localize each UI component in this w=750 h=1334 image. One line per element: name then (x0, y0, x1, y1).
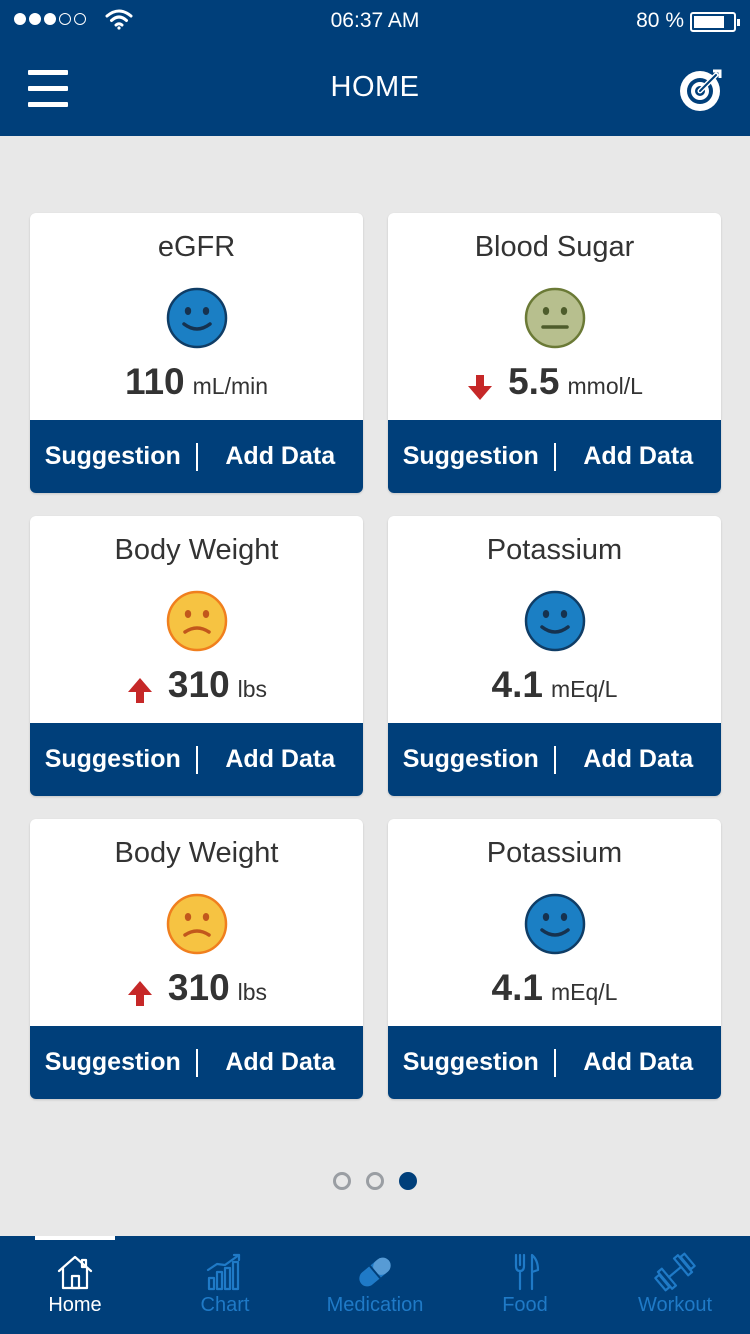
tab-workout[interactable]: Workout (600, 1236, 750, 1334)
pill-icon (300, 1252, 450, 1292)
card-title: eGFR (157, 231, 236, 263)
metric-unit: lbs (237, 979, 268, 1005)
add-data-button[interactable]: Add Data (198, 442, 364, 471)
metric-card-potassium: Potassium 4.1 mEq/L Suggestion Add Data (388, 819, 721, 1099)
metric-value-row: 310 lbs (30, 967, 363, 1009)
add-data-button[interactable]: Add Data (556, 745, 722, 774)
card-title: Body Weight (114, 534, 279, 566)
add-data-button[interactable]: Add Data (198, 1048, 364, 1077)
happy-face-icon (166, 287, 228, 349)
metric-unit: mL/min (192, 373, 269, 399)
battery-icon (690, 12, 740, 32)
card-actions: Suggestion Add Data (30, 723, 363, 796)
happy-face-icon (524, 590, 586, 652)
metric-value: 110 (124, 361, 185, 402)
metric-card-egfr: eGFR 110 mL/min Suggestion Add Data (30, 213, 363, 493)
sad-face-icon (166, 893, 228, 955)
metric-value-row: 4.1 mEq/L (388, 967, 721, 1009)
card-title: Potassium (486, 837, 623, 869)
suggestion-button[interactable]: Suggestion (30, 1048, 196, 1077)
card-title: Potassium (486, 534, 623, 566)
metric-value: 5.5 (508, 361, 560, 402)
card-actions: Suggestion Add Data (30, 420, 363, 493)
tab-medication[interactable]: Medication (300, 1236, 450, 1334)
metric-card-body-weight: Body Weight 310 lbs Suggestion Add Data (30, 819, 363, 1099)
metric-value: 310 (167, 664, 230, 705)
app-header: 06:37 AM 80 % HOME (0, 0, 750, 136)
bottom-tab-bar: Home Chart Medication Food Workout (0, 1236, 750, 1334)
chart-icon (150, 1252, 300, 1292)
metric-unit: mEq/L (550, 676, 618, 702)
status-bar: 06:37 AM 80 % (0, 0, 750, 44)
page-indicator[interactable] (0, 1172, 750, 1190)
metric-value: 310 (167, 967, 230, 1008)
tab-label: Medication (326, 1294, 424, 1316)
tab-label: Home (48, 1294, 102, 1316)
tab-food[interactable]: Food (450, 1236, 600, 1334)
add-data-button[interactable]: Add Data (198, 745, 364, 774)
trend-up-arrow-icon (126, 677, 168, 703)
metric-value: 4.1 (491, 967, 543, 1008)
metric-value-row: 110 mL/min (30, 361, 363, 403)
metric-card-body-weight: Body Weight 310 lbs Suggestion Add Data (30, 516, 363, 796)
metric-card-potassium: Potassium 4.1 mEq/L Suggestion Add Data (388, 516, 721, 796)
page-dot[interactable] (333, 1172, 351, 1190)
home-icon (0, 1252, 150, 1292)
add-data-button[interactable]: Add Data (556, 442, 722, 471)
metric-value-row: 310 lbs (30, 664, 363, 706)
add-data-button[interactable]: Add Data (556, 1048, 722, 1077)
page-title: HOME (330, 71, 420, 103)
card-title: Body Weight (114, 837, 279, 869)
suggestion-button[interactable]: Suggestion (30, 745, 196, 774)
metric-unit: mEq/L (550, 979, 618, 1005)
trend-up-arrow-icon (126, 980, 168, 1006)
happy-face-icon (524, 893, 586, 955)
tab-home[interactable]: Home (0, 1236, 150, 1334)
card-actions: Suggestion Add Data (30, 1026, 363, 1099)
suggestion-button[interactable]: Suggestion (388, 745, 554, 774)
fork-knife-icon (450, 1252, 600, 1292)
metric-value-row: 4.1 mEq/L (388, 664, 721, 706)
suggestion-button[interactable]: Suggestion (388, 442, 554, 471)
suggestion-button[interactable]: Suggestion (30, 442, 196, 471)
tab-label: Workout (637, 1294, 713, 1316)
card-actions: Suggestion Add Data (388, 420, 721, 493)
sad-face-icon (166, 590, 228, 652)
page-dot[interactable] (366, 1172, 384, 1190)
tab-chart[interactable]: Chart (150, 1236, 300, 1334)
page-dot[interactable] (399, 1172, 417, 1190)
card-actions: Suggestion Add Data (388, 1026, 721, 1099)
card-title: Blood Sugar (474, 231, 635, 263)
metric-unit: lbs (237, 676, 268, 702)
metric-value: 4.1 (491, 664, 543, 705)
dumbbell-icon (600, 1252, 750, 1292)
battery-percent: 80 % (636, 9, 684, 32)
metric-card-blood-sugar: Blood Sugar 5.5 mmol/L Suggestion Add Data (388, 213, 721, 493)
metric-unit: mmol/L (567, 373, 643, 399)
neutral-face-icon (524, 287, 586, 349)
goal-target-icon[interactable] (678, 67, 724, 113)
metric-value-row: 5.5 mmol/L (388, 361, 721, 403)
trend-down-arrow-icon (466, 374, 508, 400)
card-actions: Suggestion Add Data (388, 723, 721, 796)
tab-label: Food (502, 1294, 548, 1316)
tab-label: Chart (200, 1294, 250, 1316)
suggestion-button[interactable]: Suggestion (388, 1048, 554, 1077)
